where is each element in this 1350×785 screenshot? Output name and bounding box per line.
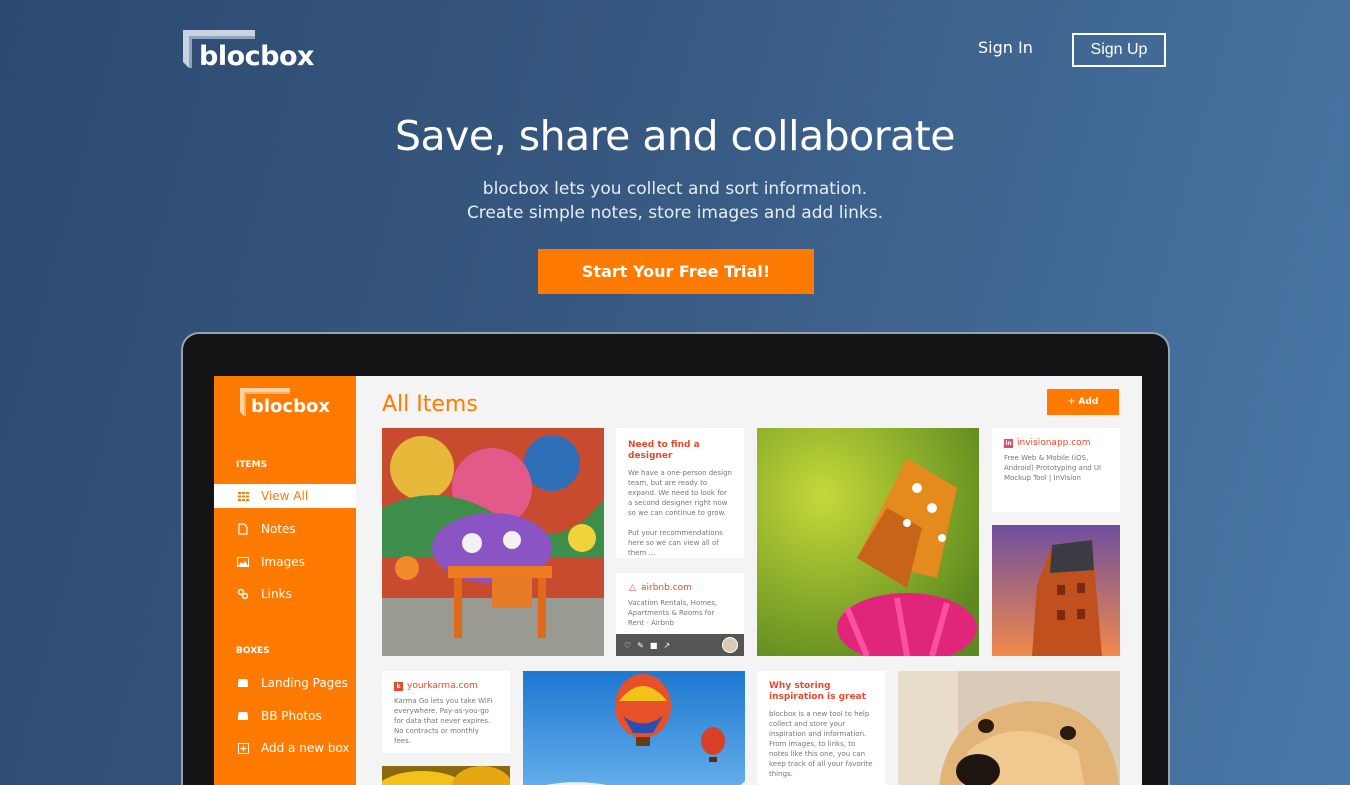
airbnb-icon: △ [629,583,636,593]
box-icon [236,709,250,723]
page-title: All Items [382,392,478,417]
note-body-2: Put your recommendations here so we can … [628,529,723,557]
sunflower-image[interactable] [382,766,510,785]
brand-name: blocbox [199,41,314,72]
graffiti-art [382,428,604,656]
sidebar-item-label: Landing Pages [261,676,348,690]
share-icon[interactable]: ↗ [663,641,670,650]
dog-art [898,671,1120,785]
sign-up-button[interactable]: Sign Up [1072,33,1166,67]
edit-icon[interactable]: ✎ [637,641,644,650]
brand-logo[interactable]: blocbox [183,30,314,72]
dog-image[interactable] [898,671,1120,785]
link-card-airbnb[interactable]: △ airbnb.com Vacation Rentals, Homes, Ap… [616,573,744,656]
note-body: blocbox is a new tool to help collect an… [769,710,873,778]
sidebar-item-notes[interactable]: Notes [214,517,356,541]
sidebar-item-label: View All [261,489,309,503]
avatar [722,637,738,653]
link-icon [236,587,250,601]
link-desc: Vacation Rentals, Homes, Apartments & Ro… [628,599,718,627]
invision-icon: in [1004,438,1013,448]
heart-icon[interactable]: ♡ [624,641,631,650]
hero-subtitle: blocbox lets you collect and sort inform… [0,177,1350,225]
note-title: Why storing inspiration is great [769,681,866,702]
building-image[interactable] [992,525,1120,656]
trash-icon[interactable]: ■ [650,641,658,650]
sidebar-item-label: Notes [261,522,296,536]
sidebar-add-box[interactable]: Add a new box [214,736,356,760]
sidebar-item-images[interactable]: Images [214,550,356,574]
link-site: yourkarma.com [407,681,478,691]
app-sidebar: blocbox ITEMS View All Notes Images Link… [214,376,356,785]
note-card-inspiration[interactable]: Why storing inspiration is great blocbox… [757,671,885,785]
app-screen: blocbox ITEMS View All Notes Images Link… [214,376,1142,785]
balloons-art [523,671,745,785]
start-trial-button[interactable]: Start Your Free Trial! [538,249,814,294]
balloons-image[interactable] [523,671,745,785]
butterfly-image[interactable] [757,428,979,656]
box-icon [236,676,250,690]
link-site: invisionapp.com [1017,438,1091,448]
sidebar-item-links[interactable]: Links [214,582,356,606]
note-body: We have a one-person design team, but ar… [628,469,732,517]
boxes-heading: BOXES [236,646,270,656]
plus-box-icon [236,741,250,755]
note-card-designer[interactable]: Need to find a designer We have a one-pe… [616,428,744,558]
note-title: Need to find a designer [628,440,700,461]
add-item-button[interactable]: + Add [1047,389,1119,415]
sidebar-box-landing-pages[interactable]: Landing Pages [214,671,356,695]
sidebar-item-label: Links [261,587,292,601]
card-action-bar: ♡ ✎ ■ ↗ [616,634,744,656]
image-icon [236,555,250,569]
sidebar-item-label: Add a new box [261,741,350,755]
sidebar-item-label: BB Photos [261,709,322,723]
butterfly-art [757,428,979,656]
link-card-yourkarma[interactable]: k yourkarma.com Karma Go lets you take W… [382,671,510,753]
hero-title: Save, share and collaborate [395,112,955,160]
sidebar-item-view-all[interactable]: View All [214,484,356,508]
karma-icon: k [394,681,403,691]
app-brand-name: blocbox [251,396,330,417]
sidebar-item-label: Images [261,555,305,569]
sunflower-art [382,766,510,785]
laptop-mockup: blocbox ITEMS View All Notes Images Link… [181,332,1170,785]
grid-icon [236,489,250,503]
graffiti-image[interactable] [382,428,604,656]
link-desc: Free Web & Mobile (iOS, Android) Prototy… [1004,454,1102,482]
app-logo[interactable]: blocbox [240,388,340,422]
hero-subtitle-line1: blocbox lets you collect and sort inform… [482,179,868,199]
link-desc: Karma Go lets you take WiFi everywhere. … [394,697,493,745]
note-icon [236,522,250,536]
link-site: airbnb.com [641,583,692,593]
sidebar-box-bb-photos[interactable]: BB Photos [214,704,356,728]
items-heading: ITEMS [236,460,268,470]
hero-subtitle-line2: Create simple notes, store images and ad… [466,203,884,223]
building-art [992,525,1120,656]
link-card-invision[interactable]: in invisionapp.com Free Web & Mobile (iO… [992,428,1120,512]
sign-in-link[interactable]: Sign In [978,38,1033,57]
